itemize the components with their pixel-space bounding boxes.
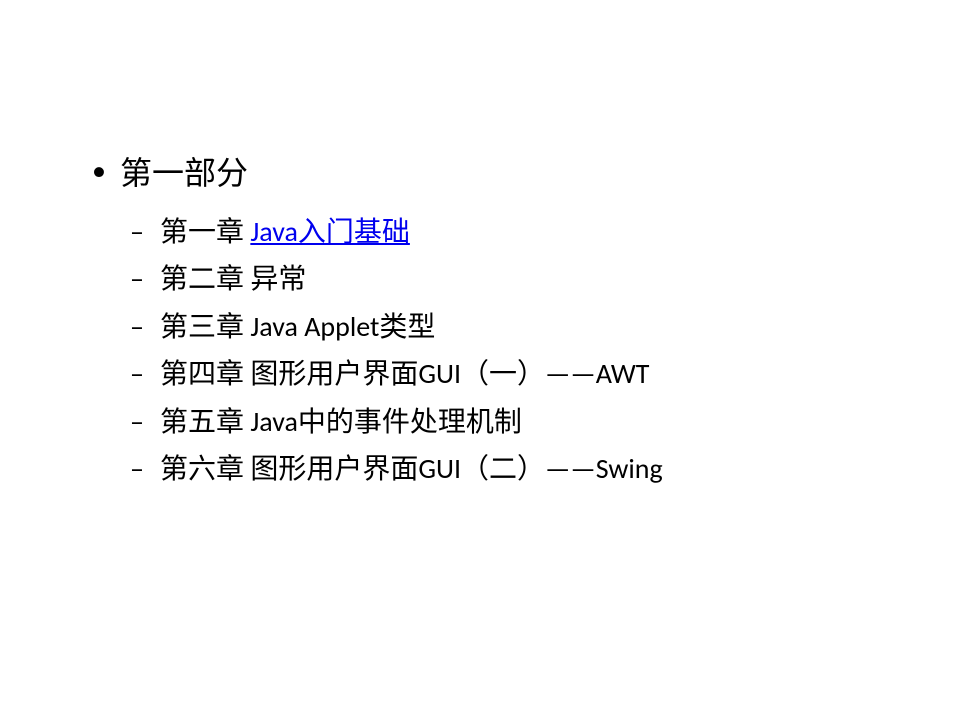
chapter-title: 图形用户界面GUI（二）——Swing bbox=[250, 451, 662, 486]
chapter-item: 第三章 Java Applet类型 bbox=[120, 305, 880, 348]
part-title: 第一部分 bbox=[120, 154, 248, 193]
chapter-prefix: 第一章 bbox=[160, 214, 250, 249]
chapter-prefix: 第三章 bbox=[160, 309, 250, 344]
chapter-item: 第四章 图形用户界面GUI（一）——AWT bbox=[120, 352, 880, 395]
chapter-item: 第一章 Java入门基础 bbox=[120, 210, 880, 253]
chapter-prefix: 第六章 bbox=[160, 451, 250, 486]
outline-list: 第一部分 第一章 Java入门基础 第二章 异常 第三章 Java Applet… bbox=[80, 150, 880, 490]
chapter-title: 图形用户界面GUI（一）——AWT bbox=[250, 356, 649, 391]
chapter-item: 第二章 异常 bbox=[120, 257, 880, 300]
part-item: 第一部分 第一章 Java入门基础 第二章 异常 第三章 Java Applet… bbox=[80, 150, 880, 490]
chapter-prefix: 第四章 bbox=[160, 356, 250, 391]
chapter-prefix: 第五章 bbox=[160, 404, 250, 439]
chapter-item: 第五章 Java中的事件处理机制 bbox=[120, 400, 880, 443]
chapter-title: Java Applet类型 bbox=[250, 309, 435, 344]
chapter-prefix: 第二章 bbox=[160, 261, 250, 296]
chapter-title: 异常 bbox=[250, 261, 306, 296]
chapter-title: Java中的事件处理机制 bbox=[250, 404, 522, 439]
chapter-item: 第六章 图形用户界面GUI（二）——Swing bbox=[120, 447, 880, 490]
chapter-link-java-basics[interactable]: Java入门基础 bbox=[250, 214, 410, 249]
chapter-list: 第一章 Java入门基础 第二章 异常 第三章 Java Applet类型 第四… bbox=[120, 210, 880, 490]
